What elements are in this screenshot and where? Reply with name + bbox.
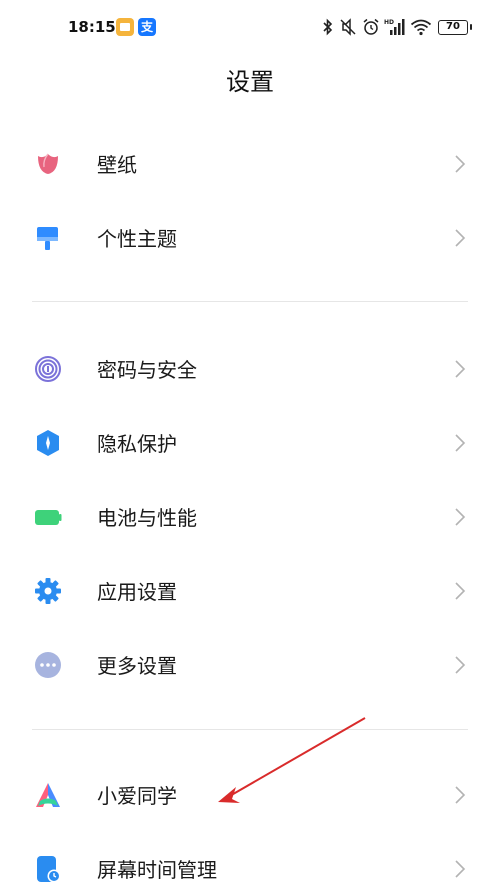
settings-item-battery-performance[interactable]: 电池与性能 xyxy=(0,479,500,553)
battery-level: 70 xyxy=(446,20,460,32)
svg-text:HD: HD xyxy=(384,19,394,26)
status-bar: 18:15 支 HD 70 xyxy=(0,0,500,56)
wallpaper-flower-icon xyxy=(38,153,58,174)
more-settings-dots-icon xyxy=(35,652,61,678)
section-divider xyxy=(32,301,468,302)
privacy-shield-icon xyxy=(37,430,59,456)
chevron-right-icon xyxy=(455,508,466,526)
files-icon xyxy=(116,18,134,36)
chevron-right-icon xyxy=(455,786,466,804)
settings-item-label: 更多设置 xyxy=(97,653,177,678)
settings-item-label: 壁纸 xyxy=(97,152,137,177)
settings-item-app-settings[interactable]: 应用设置 xyxy=(0,553,500,627)
chevron-right-icon xyxy=(455,860,466,878)
settings-item-screen-time[interactable]: 屏幕时间管理 xyxy=(0,831,500,888)
chevron-right-icon xyxy=(455,155,466,173)
theme-brush-icon xyxy=(37,227,58,250)
settings-group-system: 密码与安全 隐私保护 电池与性能 应用设置 更多设置 xyxy=(0,331,500,701)
section-divider xyxy=(32,729,468,730)
alarm-icon xyxy=(363,18,379,35)
chevron-right-icon xyxy=(455,434,466,452)
settings-item-wallpaper[interactable]: 壁纸 xyxy=(0,126,500,200)
settings-item-more-settings[interactable]: 更多设置 xyxy=(0,627,500,701)
settings-item-label: 应用设置 xyxy=(97,579,177,604)
app-settings-gear-icon xyxy=(35,578,61,604)
settings-item-label: 密码与安全 xyxy=(97,357,197,382)
fingerprint-icon xyxy=(35,356,61,382)
chevron-right-icon xyxy=(455,360,466,378)
system-icons: HD 70 xyxy=(322,17,472,37)
battery-performance-icon xyxy=(35,510,62,525)
settings-item-password-security[interactable]: 密码与安全 xyxy=(0,331,500,405)
settings-item-label: 电池与性能 xyxy=(97,505,197,530)
settings-item-privacy[interactable]: 隐私保护 xyxy=(0,405,500,479)
mute-icon xyxy=(340,18,356,36)
status-time: 18:15 xyxy=(68,18,116,36)
alipay-icon: 支 xyxy=(138,18,156,36)
settings-item-label: 小爱同学 xyxy=(97,783,177,808)
battery-icon: 70 xyxy=(438,19,472,35)
settings-group-services: 小爱同学 屏幕时间管理 xyxy=(0,757,500,888)
bluetooth-icon xyxy=(323,18,333,36)
page-title: 设置 xyxy=(226,68,274,96)
wifi-icon xyxy=(410,19,432,36)
screen-time-icon xyxy=(37,856,61,883)
chevron-right-icon xyxy=(455,582,466,600)
settings-item-label: 个性主题 xyxy=(97,226,177,251)
settings-group-personalization: 壁纸 个性主题 xyxy=(0,126,500,274)
hd-signal-icon: HD xyxy=(384,19,405,35)
xiaoai-assistant-icon xyxy=(36,783,60,807)
chevron-right-icon xyxy=(455,656,466,674)
settings-item-xiaoai[interactable]: 小爱同学 xyxy=(0,757,500,831)
settings-item-label: 屏幕时间管理 xyxy=(97,857,217,882)
settings-item-theme[interactable]: 个性主题 xyxy=(0,200,500,274)
chevron-right-icon xyxy=(455,229,466,247)
settings-item-label: 隐私保护 xyxy=(97,431,177,456)
